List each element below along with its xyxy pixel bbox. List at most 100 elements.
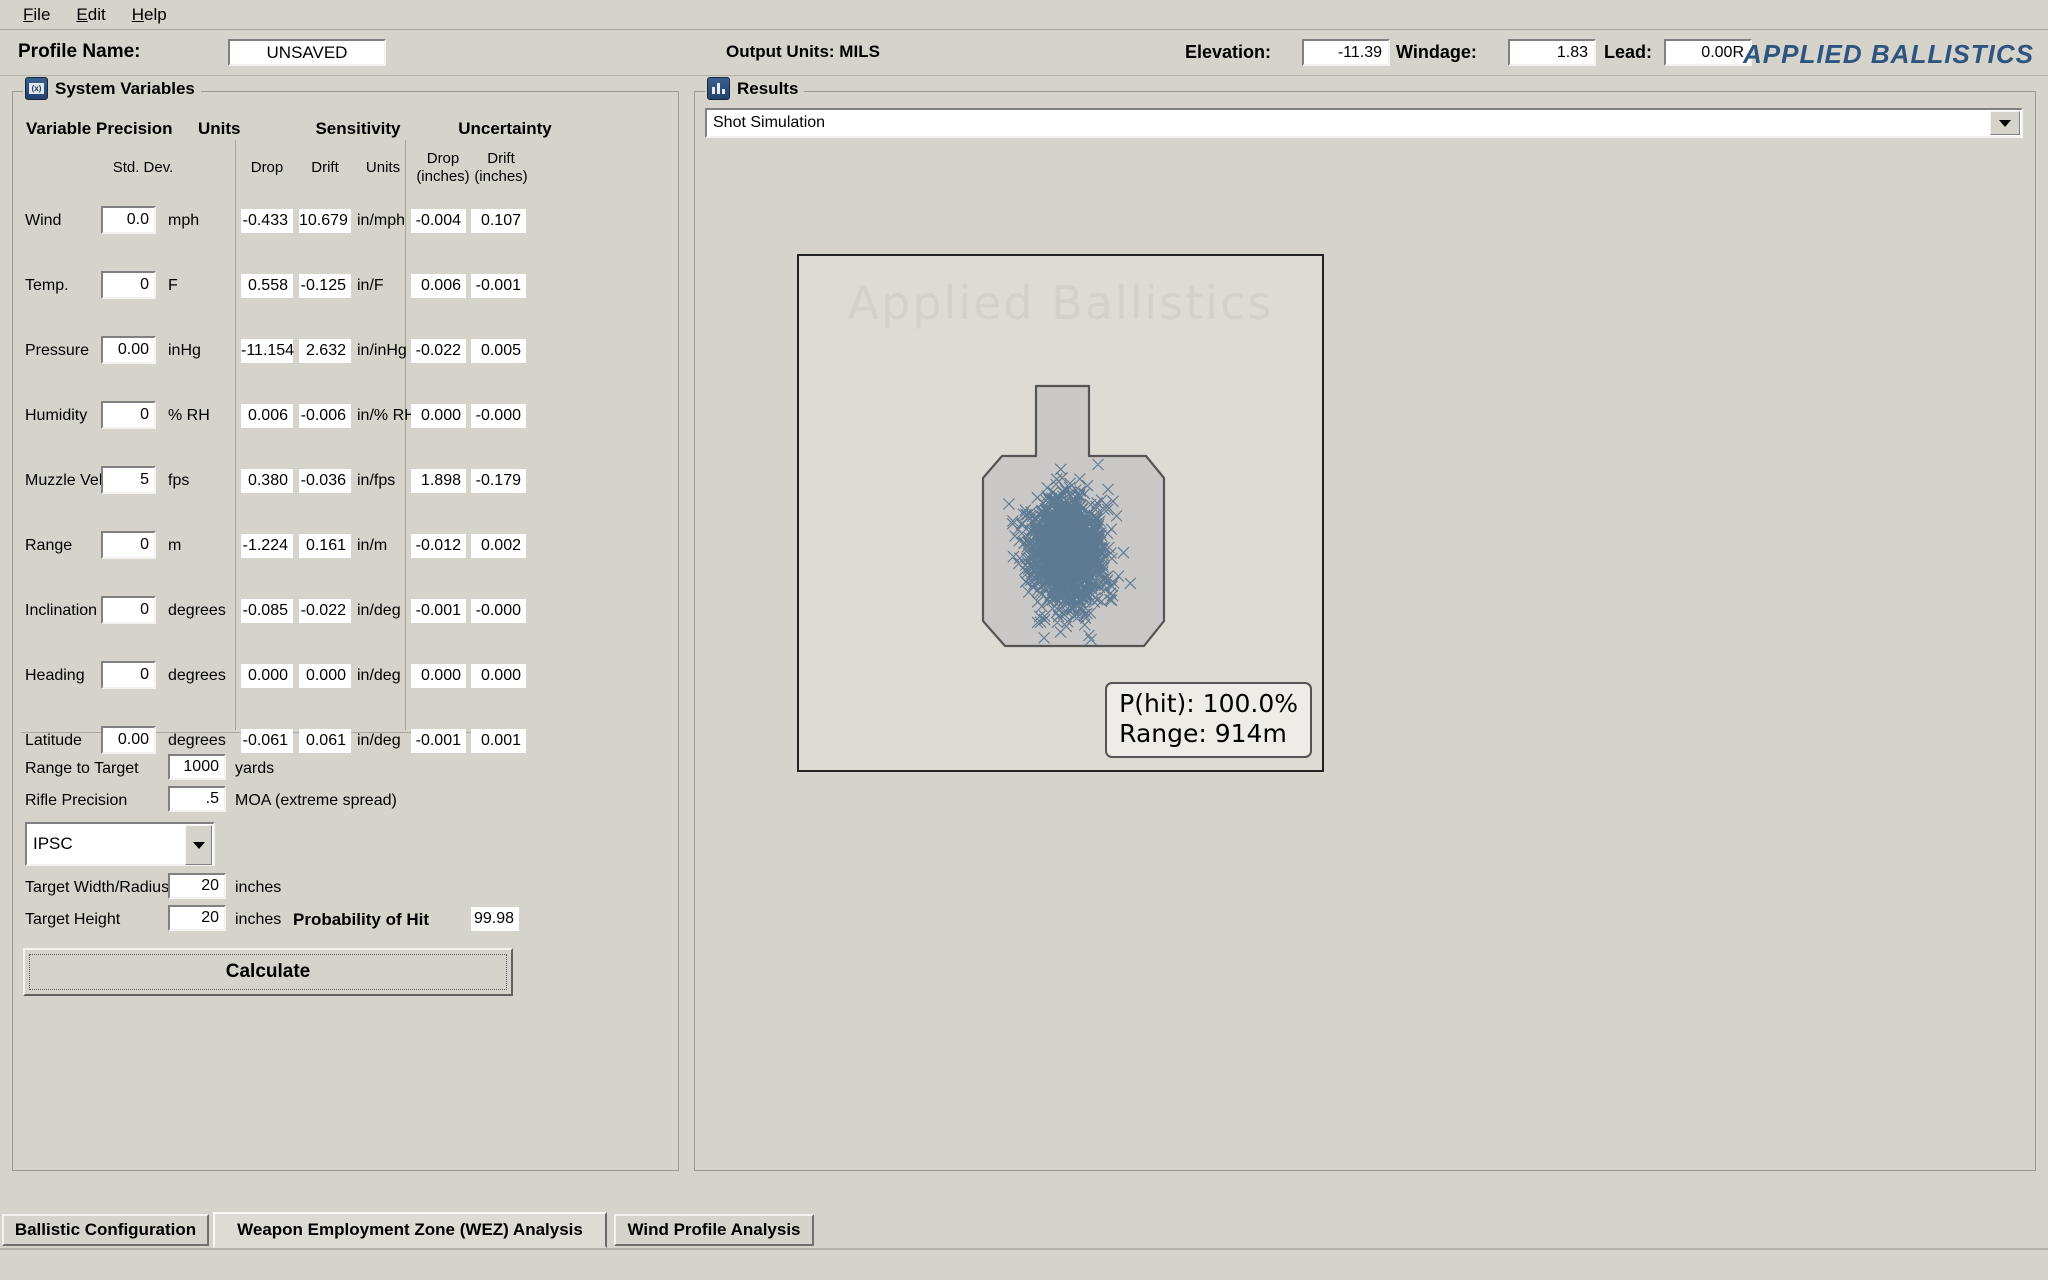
- chevron-down-icon: [1999, 119, 2011, 127]
- lead-label: Lead:: [1604, 42, 1653, 62]
- sensitivity-drop: -0.085: [241, 599, 293, 623]
- std-dev-input[interactable]: 0: [101, 661, 156, 689]
- uncertainty-drift: 0.000: [471, 664, 526, 688]
- uncertainty-drift: 0.001: [471, 729, 526, 753]
- target-type-select[interactable]: IPSC: [25, 822, 215, 866]
- sensitivity-drift: 2.632: [299, 339, 351, 363]
- range-to-target-input[interactable]: 1000: [168, 754, 226, 780]
- sensitivity-drift: -0.036: [299, 469, 351, 493]
- target-height-units: inches: [235, 911, 282, 928]
- main-content: (x) System Variables Variable Precision …: [0, 77, 2048, 1202]
- sensitivity-drop: -11.154: [241, 339, 294, 363]
- phit-probability: P(hit): 100.0%: [1119, 689, 1298, 718]
- results-view-select[interactable]: Shot Simulation: [705, 108, 2023, 138]
- sensitivity-drop: -0.433: [241, 209, 293, 233]
- tab-wez-analysis[interactable]: Weapon Employment Zone (WEZ) Analysis: [213, 1212, 607, 1248]
- probability-of-hit-label: Probability of Hit: [293, 910, 429, 929]
- range-to-target-units: yards: [235, 760, 275, 777]
- uncertainty-drop: -0.001: [411, 599, 466, 623]
- rifle-precision-label: Rifle Precision: [25, 792, 128, 809]
- target-width-units: inches: [235, 879, 282, 896]
- sensitivity-drop: -1.224: [241, 534, 293, 558]
- sensitivity-drift: -0.022: [299, 599, 351, 623]
- uncertainty-drop: 0.006: [411, 274, 466, 298]
- target-type-dropdown-arrow[interactable]: [185, 825, 212, 865]
- uncertainty-drop: 0.000: [411, 404, 466, 428]
- col-header-uncertainty: Uncertainty: [458, 119, 552, 138]
- sensitivity-drift: -0.125: [299, 274, 351, 298]
- target-width-input[interactable]: 20: [168, 873, 226, 899]
- variable-units: degrees: [168, 732, 226, 749]
- results-view-value: Shot Simulation: [713, 114, 826, 131]
- tab-wind-profile-analysis[interactable]: Wind Profile Analysis: [614, 1214, 814, 1246]
- profile-name-label: Profile Name:: [18, 41, 141, 62]
- lead-value[interactable]: 0.00R: [1664, 39, 1752, 66]
- results-view-dropdown-arrow[interactable]: [1990, 111, 2020, 135]
- std-dev-input[interactable]: 5: [101, 466, 156, 494]
- uncertainty-drop: -0.004: [411, 209, 466, 233]
- subheader-sens-drop: Drop: [250, 159, 284, 176]
- tab-ballistic-configuration[interactable]: Ballistic Configuration: [2, 1214, 209, 1246]
- std-dev-input[interactable]: 0: [101, 271, 156, 299]
- variable-units: m: [168, 537, 182, 554]
- sensitivity-drop: 0.006: [241, 404, 293, 428]
- status-bar: [0, 1248, 2048, 1280]
- std-dev-input[interactable]: 0: [101, 531, 156, 559]
- sensitivity-units: in/F: [357, 277, 384, 294]
- target-height-label: Target Height: [25, 911, 121, 928]
- divider-sensitivity: [235, 140, 236, 730]
- divider-uncertainty: [405, 140, 406, 730]
- std-dev-input[interactable]: 0.0: [101, 206, 156, 234]
- col-header-variable: Variable: [26, 119, 92, 138]
- variable-name: Muzzle Vel.: [25, 472, 107, 489]
- variable-units: degrees: [168, 667, 226, 684]
- uncertainty-drift: 0.005: [471, 339, 526, 363]
- variable-name: Pressure: [25, 342, 90, 359]
- col-header-units: Units: [198, 119, 241, 138]
- std-dev-input[interactable]: 0.00: [101, 336, 156, 364]
- col-header-precision: Precision: [96, 119, 173, 138]
- std-dev-input[interactable]: 0: [101, 401, 156, 429]
- focus-ring: [29, 954, 507, 990]
- windage-value[interactable]: 1.83: [1508, 39, 1596, 66]
- chart-icon-svg: [712, 83, 725, 94]
- variable-name: Humidity: [25, 407, 88, 424]
- system-variables-title: (x) System Variables: [23, 77, 201, 100]
- uncertainty-drop: -0.012: [411, 534, 466, 558]
- sensitivity-drift: -0.006: [299, 404, 351, 428]
- std-dev-input[interactable]: 0.00: [101, 726, 156, 754]
- calculate-button[interactable]: Calculate: [23, 948, 513, 996]
- variable-units: inHg: [168, 342, 201, 359]
- uncertainty-drift: -0.000: [471, 599, 526, 623]
- variable-name: Heading: [25, 667, 85, 684]
- windage-label: Windage:: [1396, 42, 1477, 62]
- menu-item-file[interactable]: File: [10, 3, 63, 27]
- results-title-text: Results: [737, 78, 799, 98]
- brand-logo: APPLIED BALLISTICS: [1742, 39, 2034, 69]
- phit-range: Range: 914m: [1119, 719, 1287, 748]
- header-bar: Profile Name: UNSAVED Output Units: MILS…: [0, 30, 2048, 76]
- system-variables-panel: (x) System Variables Variable Precision …: [12, 77, 679, 1171]
- elevation-value[interactable]: -11.39: [1302, 39, 1390, 66]
- rifle-precision-units: MOA (extreme spread): [235, 792, 397, 809]
- subheader-unc-drift: Drift: [487, 150, 515, 167]
- col-header-sensitivity: Sensitivity: [315, 119, 401, 138]
- rifle-precision-input[interactable]: .5: [168, 786, 226, 812]
- variable-name: Wind: [25, 212, 62, 229]
- subheader-sens-units: Units: [365, 159, 401, 176]
- system-variables-title-text: System Variables: [55, 78, 195, 98]
- subheader-unc-drift-units: (inches): [474, 168, 528, 185]
- uncertainty-drift: 0.002: [471, 534, 526, 558]
- subheader-unc-drop: Drop: [426, 150, 460, 167]
- profile-name-input[interactable]: UNSAVED: [228, 39, 386, 66]
- target-height-input[interactable]: 20: [168, 905, 226, 931]
- elevation-label: Elevation:: [1185, 42, 1272, 62]
- variable-units: mph: [168, 212, 200, 229]
- variable-units: F: [168, 277, 178, 294]
- menu-item-help[interactable]: Help: [119, 3, 180, 27]
- sensitivity-units: in/deg: [357, 732, 401, 749]
- variable-name: Inclination: [25, 602, 98, 619]
- menu-item-edit[interactable]: Edit: [63, 3, 118, 27]
- variables-icon: (x): [25, 77, 48, 100]
- std-dev-input[interactable]: 0: [101, 596, 156, 624]
